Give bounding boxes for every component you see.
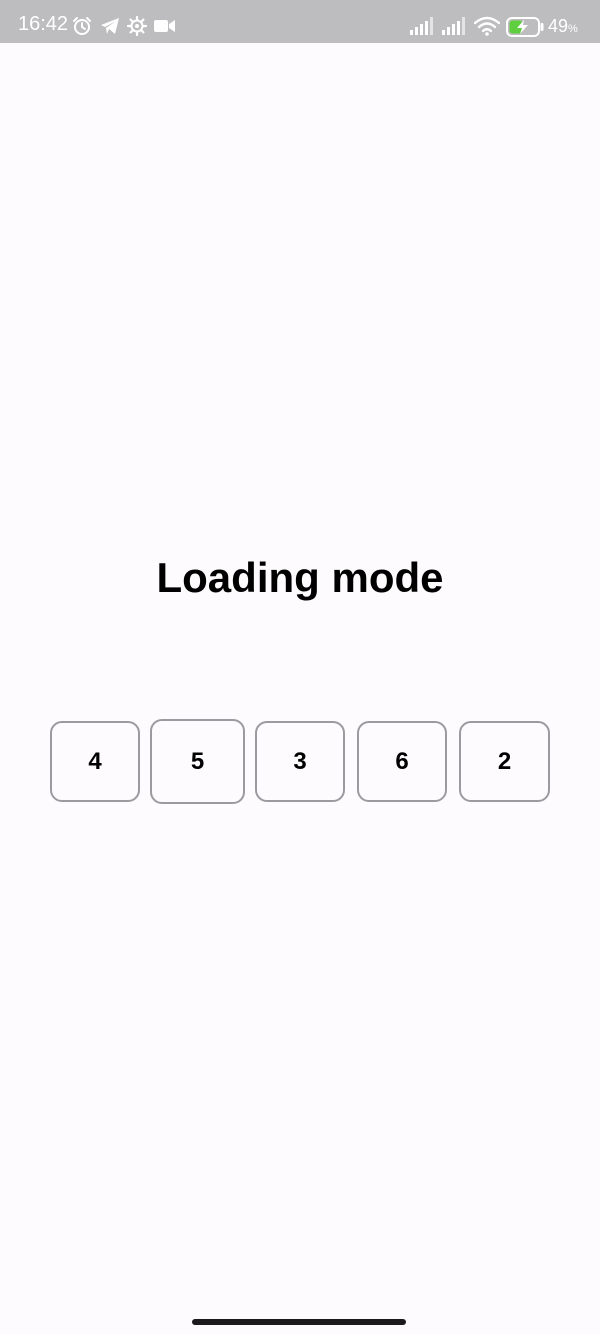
settings-icon	[127, 16, 147, 36]
signal-icon	[442, 17, 465, 35]
digit-box[interactable]: 2	[459, 721, 550, 802]
status-time: 16:42	[18, 13, 69, 35]
telegram-icon	[101, 18, 119, 34]
wifi-icon	[474, 16, 500, 36]
digit-box[interactable]: 6	[357, 721, 447, 802]
digit-box-row: 4 5 3 6 2	[0, 0, 600, 1334]
alarm-icon	[73, 17, 91, 35]
battery-charging-icon	[506, 17, 544, 37]
home-indicator[interactable]	[192, 1319, 406, 1325]
signal-icon	[410, 17, 433, 35]
digit-box[interactable]: 3	[255, 721, 345, 802]
video-camera-icon	[154, 20, 175, 32]
battery-percent-value: 49	[548, 16, 569, 36]
status-bar: 16:42 49%	[0, 0, 600, 43]
battery-percent-sign: %	[568, 23, 578, 35]
digit-box[interactable]: 4	[50, 721, 140, 802]
digit-box[interactable]: 5	[150, 719, 245, 804]
page-title: Loading mode	[156, 554, 444, 601]
battery-percentage: 49%	[548, 17, 578, 38]
